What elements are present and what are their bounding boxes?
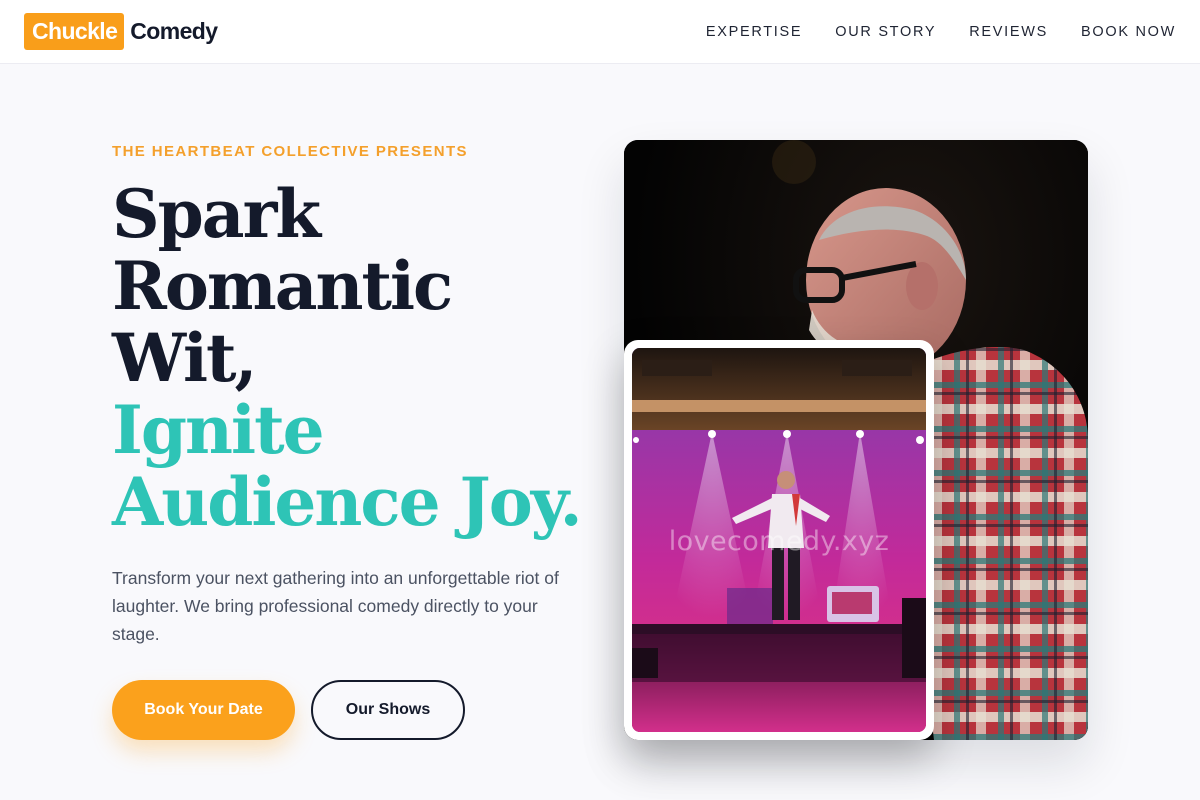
nav-links: EXPERTISE OUR STORY REVIEWS BOOK NOW <box>706 0 1176 64</box>
stage-performance-image: lovecomedy.xyz <box>624 340 934 740</box>
stage-performance-photo: lovecomedy.xyz <box>632 348 926 732</box>
nav-link-reviews[interactable]: REVIEWS <box>969 24 1048 40</box>
hero-eyebrow: THE HEARTBEAT COLLECTIVE PRESENTS <box>112 143 468 160</box>
top-nav: Chuckle Comedy EXPERTISE OUR STORY REVIE… <box>0 0 1200 64</box>
nav-link-expertise[interactable]: EXPERTISE <box>706 24 802 40</box>
headline-line: Wit, <box>112 319 258 397</box>
brand-logo-highlight: Chuckle <box>24 13 125 50</box>
brand-logo-word: Comedy <box>130 18 218 44</box>
headline-line-accent: Ignite <box>112 391 325 469</box>
headline-line-accent: Audience Joy. <box>112 463 583 541</box>
nav-link-book-now[interactable]: BOOK NOW <box>1081 24 1176 40</box>
brand-logo[interactable]: Chuckle Comedy <box>24 13 218 50</box>
our-shows-button[interactable]: Our Shows <box>311 680 465 740</box>
hero-headline: Spark Romantic Wit, Ignite Audience Joy. <box>112 178 592 538</box>
headline-line: Spark <box>112 175 321 253</box>
image-watermark: lovecomedy.xyz <box>668 526 890 557</box>
nav-link-our-story[interactable]: OUR STORY <box>835 24 936 40</box>
headline-line: Romantic <box>112 247 453 325</box>
book-your-date-button[interactable]: Book Your Date <box>112 680 295 740</box>
hero-description: Transform your next gathering into an un… <box>112 568 559 644</box>
